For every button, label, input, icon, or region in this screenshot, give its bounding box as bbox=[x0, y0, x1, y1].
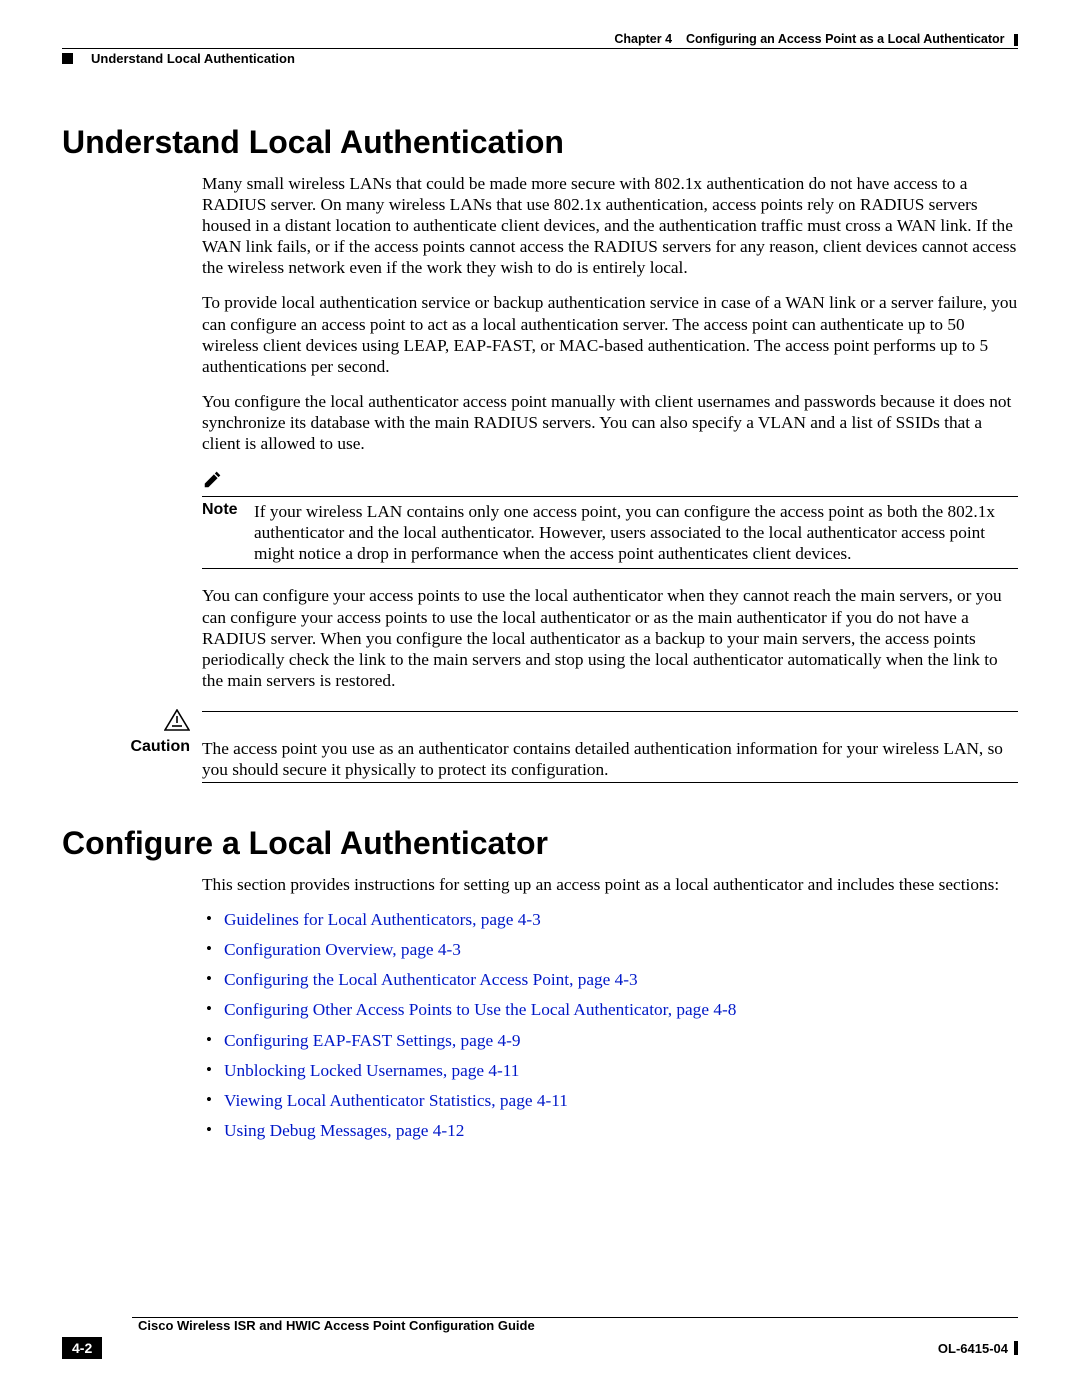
paragraph: To provide local authentication service … bbox=[202, 292, 1018, 376]
caution-triangle-icon bbox=[164, 709, 190, 736]
note-rule-top bbox=[202, 496, 1018, 497]
header-end-bar-icon bbox=[1014, 34, 1018, 46]
paragraph: You configure the local authenticator ac… bbox=[202, 391, 1018, 454]
page-header-right: Chapter 4 Configuring an Access Point as… bbox=[62, 32, 1018, 46]
list-item: Configuration Overview, page 4-3 bbox=[202, 939, 1018, 960]
list-item: Viewing Local Authenticator Statistics, … bbox=[202, 1090, 1018, 1111]
list-item: Configuring EAP-FAST Settings, page 4-9 bbox=[202, 1030, 1018, 1051]
footer-end-bar-icon bbox=[1014, 1341, 1018, 1355]
guide-title: Cisco Wireless ISR and HWIC Access Point… bbox=[138, 1318, 535, 1333]
list-item: Guidelines for Local Authenticators, pag… bbox=[202, 909, 1018, 930]
xref-link[interactable]: Configuring EAP-FAST Settings, page 4-9 bbox=[224, 1031, 521, 1050]
list-item: Unblocking Locked Usernames, page 4-11 bbox=[202, 1060, 1018, 1081]
xref-link[interactable]: Using Debug Messages, page 4-12 bbox=[224, 1121, 464, 1140]
paragraph: Many small wireless LANs that could be m… bbox=[202, 173, 1018, 278]
page-footer: Cisco Wireless ISR and HWIC Access Point… bbox=[62, 1317, 1018, 1359]
list-item: Configuring Other Access Points to Use t… bbox=[202, 999, 1018, 1020]
paragraph: This section provides instructions for s… bbox=[202, 874, 1018, 895]
paragraph: You can configure your access points to … bbox=[202, 585, 1018, 690]
note-text: If your wireless LAN contains only one a… bbox=[254, 501, 1018, 564]
list-item: Configuring the Local Authenticator Acce… bbox=[202, 969, 1018, 990]
section-heading-understand: Understand Local Authentication bbox=[62, 124, 1018, 161]
note-pencil-icon bbox=[202, 468, 1018, 496]
xref-link[interactable]: Configuring Other Access Points to Use t… bbox=[224, 1000, 736, 1019]
section-heading-configure: Configure a Local Authenticator bbox=[62, 825, 1018, 862]
note-rule-bottom bbox=[202, 568, 1018, 569]
section-link-list: Guidelines for Local Authenticators, pag… bbox=[202, 909, 1018, 1141]
running-head-row: Understand Local Authentication bbox=[62, 51, 1018, 66]
running-head-text: Understand Local Authentication bbox=[91, 51, 295, 66]
xref-link[interactable]: Guidelines for Local Authenticators, pag… bbox=[224, 910, 541, 929]
list-item: Using Debug Messages, page 4-12 bbox=[202, 1120, 1018, 1141]
caution-rule-top bbox=[202, 711, 1018, 712]
xref-link[interactable]: Unblocking Locked Usernames, page 4-11 bbox=[224, 1061, 519, 1080]
xref-link[interactable]: Configuring the Local Authenticator Acce… bbox=[224, 970, 638, 989]
caution-block: Caution The access point you use as an a… bbox=[62, 709, 1018, 787]
xref-link[interactable]: Configuration Overview, page 4-3 bbox=[224, 940, 461, 959]
xref-link[interactable]: Viewing Local Authenticator Statistics, … bbox=[224, 1091, 568, 1110]
caution-text: The access point you use as an authentic… bbox=[202, 738, 1018, 780]
note-block: Note If your wireless LAN contains only … bbox=[202, 468, 1018, 569]
caution-label: Caution bbox=[130, 738, 190, 755]
document-id: OL-6415-04 bbox=[938, 1341, 1008, 1356]
chapter-title: Configuring an Access Point as a Local A… bbox=[686, 32, 1005, 46]
note-label: Note bbox=[202, 501, 254, 519]
page-number-badge: 4-2 bbox=[62, 1337, 102, 1359]
caution-rule-bottom bbox=[202, 782, 1018, 783]
square-bullet-icon bbox=[62, 53, 73, 64]
chapter-label: Chapter 4 bbox=[614, 32, 672, 46]
